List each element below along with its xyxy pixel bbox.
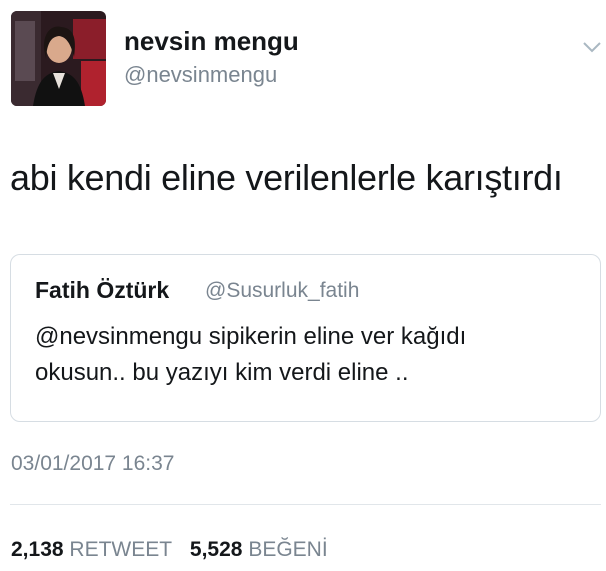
user-handle[interactable]: @nevsinmengu — [124, 62, 277, 88]
quoted-handle[interactable]: @Susurluk_fatih — [205, 279, 359, 303]
avatar[interactable] — [11, 11, 106, 106]
quoted-text-line: @nevsinmengu sipikerin eline ver kağıdı — [35, 323, 467, 350]
tweet-timestamp[interactable]: 03/01/2017 16:37 — [11, 452, 175, 476]
retweet-label[interactable]: RETWEET — [69, 538, 172, 561]
tweet-stats: 2,138 RETWEET 5,528 BEĞENİ — [11, 538, 328, 562]
tweet-text: abi kendi eline verilenlerle karıştırdı — [10, 157, 563, 198]
quoted-tweet-card[interactable]: Fatih Öztürk @Susurluk_fatih @nevsinmeng… — [10, 254, 601, 422]
like-count[interactable]: 5,528 — [190, 538, 243, 561]
chevron-down-icon[interactable] — [583, 40, 601, 53]
divider — [10, 504, 601, 505]
quoted-tweet-text: @nevsinmengu sipikerin eline ver kağıdı … — [35, 319, 575, 391]
like-label[interactable]: BEĞENİ — [248, 538, 327, 561]
quoted-text-line: okusun.. bu yazıyı kim verdi eline .. — [35, 359, 409, 386]
user-display-name[interactable]: nevsin mengu — [124, 26, 299, 57]
retweet-count[interactable]: 2,138 — [11, 538, 64, 561]
quoted-display-name[interactable]: Fatih Öztürk — [35, 277, 169, 304]
